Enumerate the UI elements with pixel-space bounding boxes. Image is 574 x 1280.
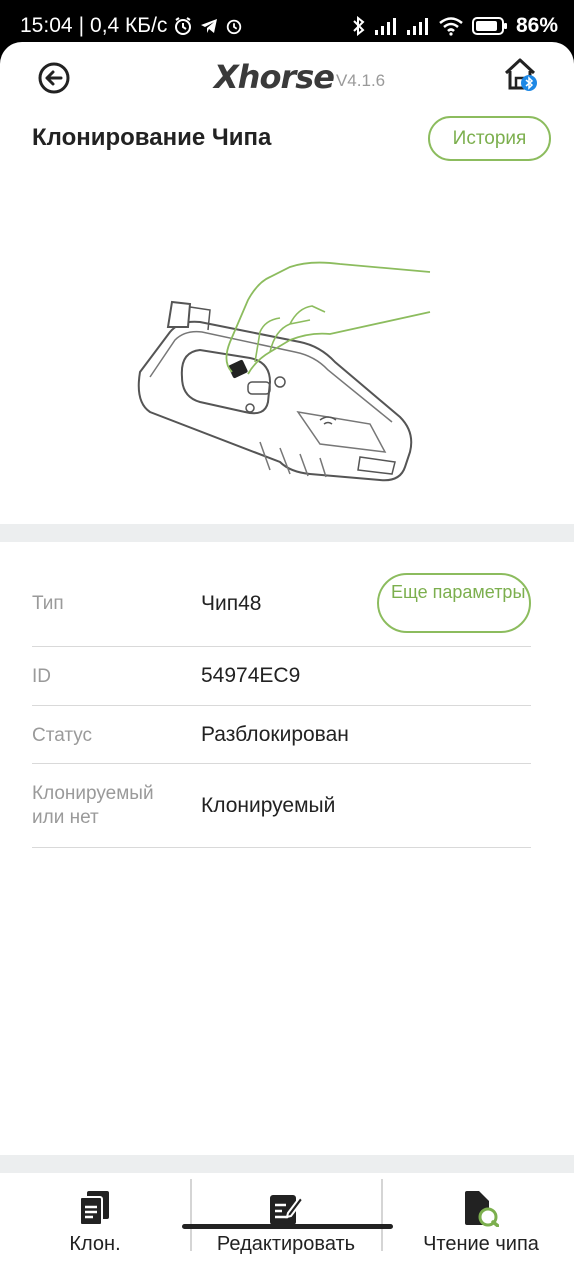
key-tool-illustration — [137, 261, 431, 482]
status-bar-right: 86% — [352, 14, 558, 38]
more-params-button[interactable]: Еще параметры — [377, 573, 531, 633]
gesture-home-indicator[interactable] — [182, 1224, 393, 1229]
app-version: V4.1.6 — [335, 71, 386, 90]
nav-separator-2 — [381, 1179, 383, 1251]
nav-clone-label: Клон. — [69, 1233, 121, 1255]
nav-separator-1 — [190, 1179, 192, 1251]
battery-icon — [471, 17, 507, 35]
signal-2-icon — [406, 18, 428, 35]
id-row: ID 54974EC9 — [32, 647, 531, 706]
status-label: Статус — [32, 725, 93, 746]
clone-icon — [79, 1191, 109, 1226]
bottom-divider — [0, 1155, 574, 1173]
id-label: ID — [32, 666, 51, 687]
app-logo: Xhorse V4.1.6 — [214, 56, 385, 96]
nav-read-chip-label: Чтение чипа — [423, 1233, 539, 1255]
history-button[interactable]: История — [428, 116, 551, 161]
telegram-icon — [201, 19, 218, 33]
edit-icon — [270, 1195, 304, 1225]
bluetooth-icon — [353, 16, 365, 36]
wifi-icon — [439, 17, 463, 36]
network-speed: 0,4 КБ/с — [90, 14, 168, 37]
page-title: Клонирование Чипа — [32, 124, 272, 151]
status-value: Разблокирован — [201, 723, 349, 746]
id-value: 54974EC9 — [201, 664, 301, 687]
clonable-row: Клонируемый или нет Клонируемый — [32, 764, 531, 848]
clonable-label: Клонируемый или нет — [32, 783, 154, 828]
app-screen: Xhorse V4.1.6 Клонирование Чипа История — [0, 42, 574, 1280]
status-bar-left: 15:04 | 0,4 КБ/с — [20, 14, 243, 38]
nav-edit-label: Редактировать — [216, 1233, 356, 1255]
brand-name: Xhorse — [214, 58, 335, 96]
back-icon[interactable] — [36, 60, 72, 96]
battery-percent: 86% — [515, 14, 558, 37]
type-value: Чип48 — [201, 592, 262, 615]
status-row: Статус Разблокирован — [32, 706, 531, 764]
clock: 15:04 — [20, 14, 73, 37]
nav-read-chip[interactable]: Чтение чипа — [396, 1173, 566, 1261]
home-bluetooth-icon[interactable] — [502, 56, 538, 92]
type-label: Тип — [32, 593, 64, 614]
read-chip-icon — [465, 1191, 499, 1227]
nav-edit[interactable]: Редактировать — [196, 1173, 376, 1261]
section-divider — [0, 524, 574, 542]
alarm-small-icon — [227, 19, 242, 35]
alarm-icon — [175, 17, 192, 35]
type-row: Тип Чип48 Еще параметры — [32, 562, 531, 647]
chip-info-table: Тип Чип48 Еще параметры ID 54974EC9 Стат… — [32, 562, 531, 848]
signal-icon — [374, 18, 396, 35]
status-separator: | — [78, 14, 85, 37]
clonable-value: Клонируемый — [201, 794, 336, 817]
nav-clone[interactable]: Клон. — [40, 1173, 150, 1261]
